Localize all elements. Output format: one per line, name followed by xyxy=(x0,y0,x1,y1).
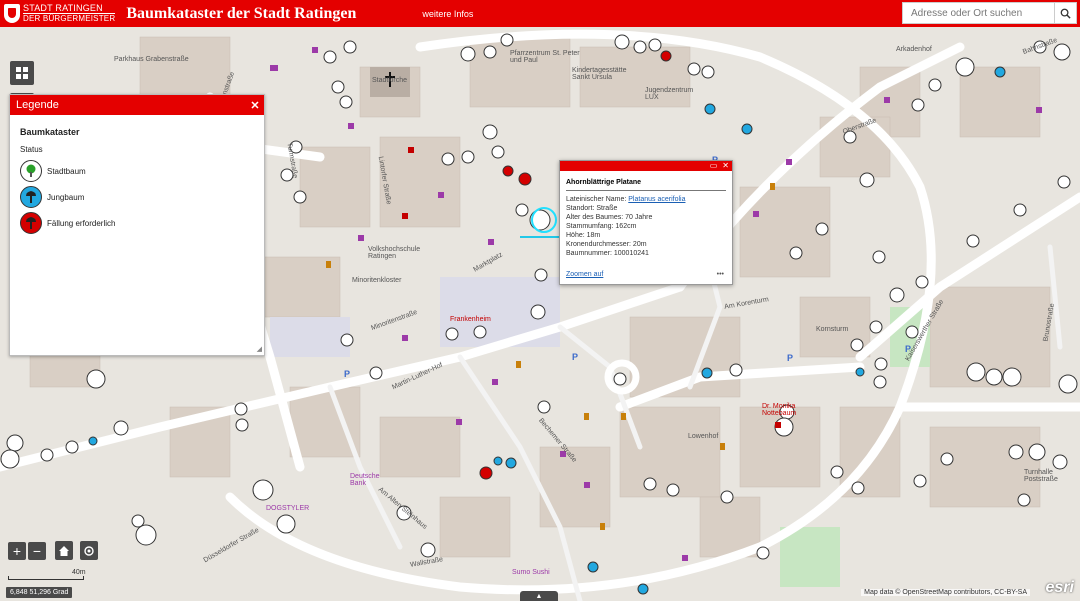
popup-umfang: Stammumfang: 162cm xyxy=(566,223,637,230)
resize-handle-icon[interactable]: ◢ xyxy=(257,345,262,353)
poi-label: DOGSTYLER xyxy=(266,505,310,512)
street-label: Lowenhof xyxy=(688,433,719,440)
close-icon[interactable]: ✕ xyxy=(722,162,729,170)
app-header: STADT RATINGEN DER BÜRGERMEISTER Baumkat… xyxy=(0,0,1080,27)
locate-button[interactable] xyxy=(80,541,98,560)
basemap-gallery-button[interactable] xyxy=(10,61,34,85)
poi-label: Frankenheim xyxy=(450,316,491,323)
legend-item-label: Jungbaum xyxy=(47,192,85,202)
maximize-icon[interactable]: ▭ xyxy=(710,162,718,170)
legend-header: Legende ✕ xyxy=(10,95,264,115)
legend-item-label: Stadtbaum xyxy=(47,166,86,176)
grid-icon xyxy=(16,67,28,79)
legend-item-jungbaum: Jungbaum xyxy=(20,184,254,210)
poi-label: Parkhaus Grabenstraße xyxy=(114,56,189,63)
popup-standort: Standort: Straße xyxy=(566,205,618,212)
home-button[interactable] xyxy=(55,541,73,560)
zoom-out-button[interactable]: − xyxy=(28,542,46,560)
street-label: Arkadenhof xyxy=(896,46,932,53)
map-attribution[interactable]: Map data © OpenStreetMap contributors, C… xyxy=(861,589,1030,596)
poi-label: Kindertagesstätte Sankt Ursula xyxy=(572,67,627,81)
svg-text:P: P xyxy=(787,353,793,363)
legend-item-faellung: Fällung erforderlich xyxy=(20,210,254,236)
city-logo[interactable]: STADT RATINGEN DER BÜRGERMEISTER xyxy=(4,2,116,25)
popup-krone: Kronendurchmesser: 20m xyxy=(566,241,647,248)
poi-label: Jugendzentrum LUX xyxy=(645,87,694,101)
popup-latin-name: Lateinischer Name: Platanus acerifolia xyxy=(566,196,686,203)
zoom-in-button[interactable]: + xyxy=(8,542,26,560)
legend-title: Legende xyxy=(16,99,59,111)
feature-popup: ▭ ✕ Ahornblättrige Platane Lateinischer … xyxy=(559,160,733,285)
search-input[interactable] xyxy=(903,3,1054,23)
poi-label: Minoritenkloster xyxy=(352,277,402,284)
svg-text:P: P xyxy=(572,352,578,362)
poi-label: Deutsche Bank xyxy=(350,473,380,487)
poi-label: Pfarrzentrum St. Peter und Paul xyxy=(510,50,580,64)
scale-bar: 40m xyxy=(8,569,88,580)
coordinate-display[interactable]: 6,848 51,296 Grad xyxy=(6,587,73,598)
scale-label: 40m xyxy=(72,569,86,576)
chevron-up-icon: ▲ xyxy=(535,592,543,600)
more-actions-button[interactable]: ••• xyxy=(717,271,724,278)
close-icon[interactable]: ✕ xyxy=(246,99,264,112)
zoom-to-link[interactable]: Zoomen auf xyxy=(566,271,603,278)
attribute-table-toggle[interactable]: ▲ xyxy=(520,591,558,601)
poi-label: Turnhalle Poststraße xyxy=(1024,469,1058,483)
logo-line2: DER BÜRGERMEISTER xyxy=(23,14,116,23)
poi-label: Volkshochschule Ratingen xyxy=(368,246,421,260)
home-icon xyxy=(59,545,69,556)
legend-item-label: Fällung erforderlich xyxy=(47,218,116,228)
popup-header: ▭ ✕ xyxy=(560,161,732,171)
search-box xyxy=(902,2,1077,24)
legend-panel: Legende ✕ Baumkataster Status Stadtbaum … xyxy=(9,94,265,356)
poi-label: Kornsturm xyxy=(816,326,849,333)
map-view[interactable]: P P P P P Grabenstraße Lintorfer Straße … xyxy=(0,27,1080,601)
popup-alter: Alter des Baumes: 70 Jahre xyxy=(566,214,653,221)
minus-icon: − xyxy=(32,543,42,559)
search-button[interactable] xyxy=(1054,3,1076,23)
coat-of-arms-icon xyxy=(4,4,20,23)
plus-icon: + xyxy=(12,543,22,559)
latin-name-link[interactable]: Platanus acerifolia xyxy=(628,196,685,203)
poi-label: Sumo Sushi xyxy=(512,569,550,576)
tree-icon xyxy=(20,160,42,182)
app-title: Baumkataster der Stadt Ratingen xyxy=(126,4,357,22)
poi-label: Dr. Monika Nottebaum xyxy=(762,403,797,417)
legend-item-stadtbaum: Stadtbaum xyxy=(20,158,254,184)
legend-status-label: Status xyxy=(20,145,43,154)
poi-label: Stadtkirche xyxy=(372,77,408,84)
svg-text:P: P xyxy=(344,369,350,379)
search-icon xyxy=(1060,8,1071,19)
logo-line1: STADT RATINGEN xyxy=(23,4,116,14)
popup-nummer: Baumnummer: 100010241 xyxy=(566,250,649,257)
locate-icon xyxy=(84,545,94,556)
popup-title: Ahornblättrige Platane xyxy=(566,179,726,191)
young-tree-icon xyxy=(20,186,42,208)
esri-logo: esri xyxy=(1045,579,1074,596)
popup-hoehe: Höhe: 18m xyxy=(566,232,601,239)
legend-layer-title: Baumkataster xyxy=(20,127,80,137)
felling-tree-icon xyxy=(20,212,42,234)
more-info-link[interactable]: weitere Infos xyxy=(422,9,473,19)
